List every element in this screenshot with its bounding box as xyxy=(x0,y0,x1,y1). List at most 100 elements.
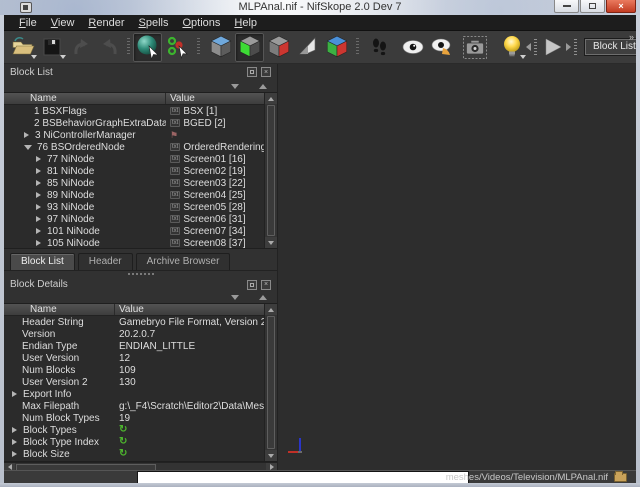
tree-expand-icon[interactable] xyxy=(36,216,41,222)
tree-expand-icon[interactable] xyxy=(36,156,41,162)
lighting-button[interactable] xyxy=(497,33,526,62)
tree-expand-icon[interactable] xyxy=(36,192,41,198)
block-list-vscrollbar[interactable] xyxy=(264,93,277,248)
table-row[interactable]: 2 BSBehaviorGraphExtraDatatxtBGED [2] xyxy=(4,117,277,129)
row-name: Export Info xyxy=(23,389,71,400)
table-row[interactable]: 3 NiControllerManager⚑ xyxy=(4,129,277,141)
view-cube-top-button[interactable] xyxy=(206,33,235,62)
table-row[interactable]: User Version 2130 xyxy=(4,376,277,388)
menu-item-render[interactable]: Render xyxy=(81,17,131,29)
redo-button[interactable] xyxy=(95,33,124,62)
close-panel-icon[interactable]: × xyxy=(261,280,271,290)
select-vertex-tool-button[interactable] xyxy=(162,33,191,62)
scroll-down-icon[interactable] xyxy=(265,237,277,248)
view-cube-front-button[interactable] xyxy=(235,33,264,62)
float-panel-icon[interactable] xyxy=(247,67,257,77)
table-row[interactable]: Block Type Index↻ xyxy=(4,436,277,448)
open-file-button[interactable] xyxy=(8,33,37,62)
tree-expand-icon[interactable] xyxy=(24,132,29,138)
menu-item-options[interactable]: Options xyxy=(175,17,227,29)
block-list-panel-header: Block List × xyxy=(4,64,277,80)
tree-expand-icon[interactable] xyxy=(12,439,17,445)
browse-folder-icon[interactable] xyxy=(614,473,627,482)
view-cube-side-button[interactable] xyxy=(264,33,293,62)
flat-plane-button[interactable] xyxy=(293,33,322,62)
anim-slider-end[interactable] xyxy=(566,43,571,51)
tree-expand-icon[interactable] xyxy=(36,228,41,234)
close-button[interactable]: × xyxy=(606,0,636,13)
menu-item-file[interactable]: File xyxy=(12,17,44,29)
block-list-column-header: Name Value xyxy=(4,93,277,105)
toolbar-overflow-icon[interactable]: » xyxy=(629,32,633,42)
table-row[interactable]: Max Filepathg:\_F4\Scratch\Editor2\Data\… xyxy=(4,400,277,412)
table-row[interactable]: 93 NiNodetxtScreen05 [28] xyxy=(4,201,277,213)
select-object-tool-button[interactable] xyxy=(133,33,162,62)
tab-block-list[interactable]: Block List xyxy=(10,253,75,270)
table-row[interactable]: Header StringGamebryo File Format, Versi… xyxy=(4,316,277,328)
play-icon xyxy=(542,36,564,58)
table-row[interactable]: 97 NiNodetxtScreen06 [31] xyxy=(4,213,277,225)
scrollbar-thumb[interactable] xyxy=(267,316,275,449)
menu-item-spells[interactable]: Spells xyxy=(132,17,176,29)
scroll-up-icon[interactable] xyxy=(265,304,277,315)
play-button[interactable] xyxy=(540,33,566,62)
anim-slider[interactable] xyxy=(534,39,537,55)
expand-all-icon[interactable] xyxy=(259,295,267,300)
table-row[interactable]: Num Block Types19 xyxy=(4,412,277,424)
tree-expand-icon[interactable] xyxy=(36,204,41,210)
table-row[interactable]: User Version12 xyxy=(4,352,277,364)
scroll-down-icon[interactable] xyxy=(265,450,277,461)
tree-expand-icon[interactable] xyxy=(36,168,41,174)
tree-expand-icon[interactable] xyxy=(12,391,17,397)
maximize-button[interactable] xyxy=(580,0,605,13)
table-row[interactable]: Endian TypeENDIAN_LITTLE xyxy=(4,340,277,352)
close-panel-icon[interactable]: × xyxy=(261,67,271,77)
table-row[interactable]: Export Info xyxy=(4,388,277,400)
titlebar[interactable]: MLPAnal.nif - NifSkope 2.0 Dev 7 × xyxy=(0,0,640,15)
scroll-up-icon[interactable] xyxy=(265,93,277,104)
tree-expand-icon[interactable] xyxy=(12,451,17,457)
block-details-vscrollbar[interactable] xyxy=(264,304,277,461)
table-row[interactable]: 81 NiNodetxtScreen02 [19] xyxy=(4,165,277,177)
table-row[interactable]: 85 NiNodetxtScreen03 [22] xyxy=(4,177,277,189)
scrollbar-thumb[interactable] xyxy=(267,105,275,236)
minimize-button[interactable] xyxy=(554,0,579,13)
visibility-button[interactable] xyxy=(398,33,427,62)
table-row[interactable]: Block Types↻ xyxy=(4,424,277,436)
tree-expand-icon[interactable] xyxy=(12,427,17,433)
tab-header[interactable]: Header xyxy=(78,253,133,270)
tab-archive-browser[interactable]: Archive Browser xyxy=(136,253,231,270)
table-row[interactable]: Num Blocks109 xyxy=(4,364,277,376)
viewport-3d[interactable] xyxy=(278,64,636,470)
table-row[interactable]: 77 NiNodetxtScreen01 [16] xyxy=(4,153,277,165)
table-row[interactable]: 101 NiNodetxtScreen07 [34] xyxy=(4,225,277,237)
anim-speed-slider[interactable] xyxy=(574,39,577,55)
save-file-button[interactable] xyxy=(37,33,66,62)
expand-all-icon[interactable] xyxy=(259,84,267,89)
table-row[interactable]: Block Size↻ xyxy=(4,448,277,460)
tree-expand-icon[interactable] xyxy=(36,240,41,246)
row-value: 19 xyxy=(119,413,130,424)
window-controls: × xyxy=(553,0,636,13)
menu-item-view[interactable]: View xyxy=(44,17,82,29)
highlight-visibility-button[interactable] xyxy=(427,33,456,62)
walk-mode-button[interactable] xyxy=(364,33,393,62)
table-row[interactable]: Num Strings93 xyxy=(4,460,277,462)
row-value: Screen07 [34] xyxy=(183,226,245,237)
float-panel-icon[interactable] xyxy=(247,280,257,290)
table-row[interactable]: 105 NiNodetxtScreen08 [37] xyxy=(4,237,277,249)
tree-collapse-icon[interactable] xyxy=(24,145,32,150)
rgb-axes-cube-button[interactable] xyxy=(322,33,351,62)
table-row[interactable]: 89 NiNodetxtScreen04 [25] xyxy=(4,189,277,201)
tree-expand-icon[interactable] xyxy=(36,180,41,186)
table-row[interactable]: 76 BSOrderedNodetxtOrderedRenderingNod..… xyxy=(4,141,277,153)
collapse-all-icon[interactable] xyxy=(231,84,239,89)
table-row[interactable]: Version20.2.0.7 xyxy=(4,328,277,340)
collapse-all-icon[interactable] xyxy=(231,295,239,300)
column-value: Value xyxy=(166,93,277,104)
anim-slider-start[interactable] xyxy=(526,43,531,51)
undo-button[interactable] xyxy=(66,33,95,62)
menu-item-help[interactable]: Help xyxy=(227,17,264,29)
table-row[interactable]: 1 BSXFlagstxtBSX [1] xyxy=(4,105,277,117)
screenshot-button[interactable] xyxy=(460,33,489,62)
